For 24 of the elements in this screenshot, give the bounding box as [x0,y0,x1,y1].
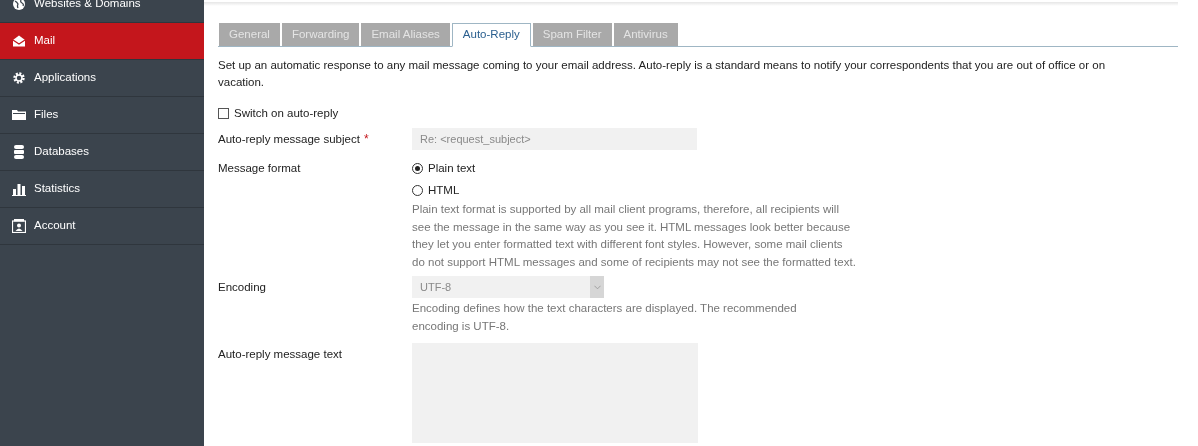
folder-icon [12,108,26,122]
hint-text: Encoding defines how the text characters are displayed. The recommended encoding is UTF-8. [412,301,798,334]
checkbox[interactable] [218,108,229,120]
field-label: Auto-reply message subject [218,132,360,148]
bar-chart-icon [12,182,26,196]
caret-icon [590,276,604,299]
gear-icon [12,71,26,85]
sidebar-item[interactable]: Mail [0,23,204,60]
envelope-icon [12,34,26,48]
checkbox-label: Switch on auto-reply [234,106,339,121]
field-label: Auto-reply message text [218,347,342,363]
globe-icon [12,0,26,11]
tab[interactable]: Auto-Reply [451,23,531,47]
radio-button[interactable] [412,184,423,196]
description-text: Set up an automatic response to any mail message coming to your email address. Auto-reply is a standard means to notify your correspondents that you are out of office or on vacation. [218,58,1107,90]
radio-label: Plain text [428,160,476,176]
field-label: Message format [218,161,301,177]
account-icon [12,219,26,233]
field-label: Encoding [218,280,266,296]
radio-button[interactable] [412,162,423,174]
required-mark: * [363,131,369,149]
radio-label: HTML [428,182,460,198]
database-icon [12,145,26,159]
hint-text: Plain text format is supported by all mail client programs, therefore, all recipients will see the message in the same way as you see it. HTML messages look better because they let you enter formatted text with different font styles. However, some mail clients do not support HTML messages and some of recipients may not see the formatted text. [412,202,857,270]
